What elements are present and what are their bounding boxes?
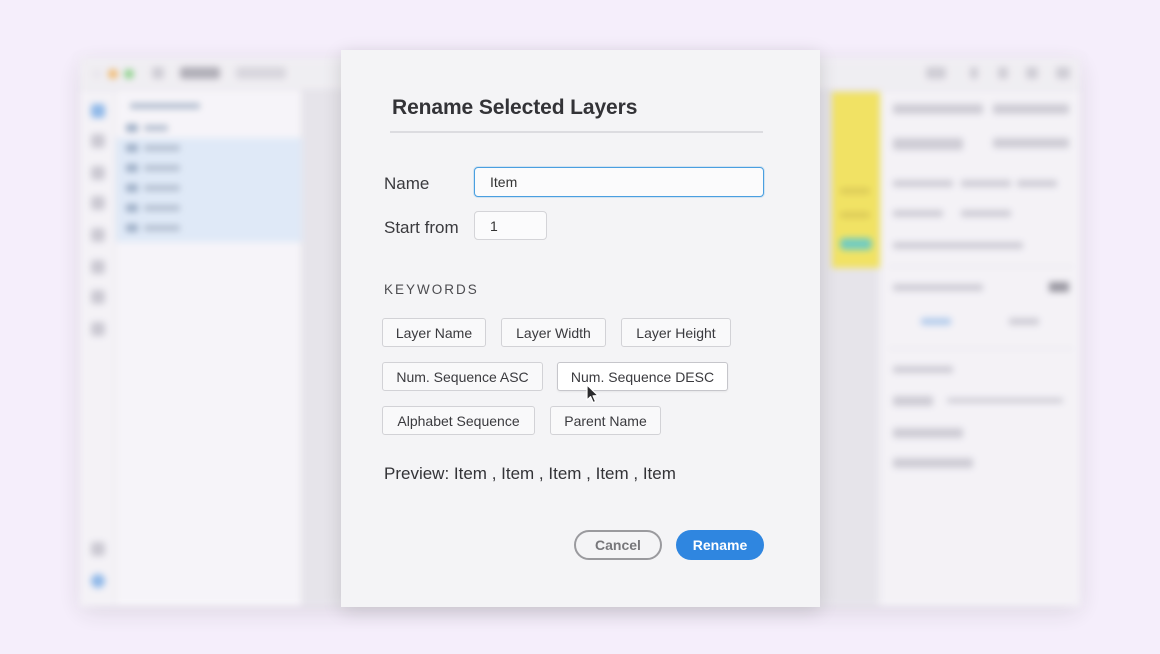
share-icon <box>1026 67 1038 79</box>
keyword-num-sequence-asc-button[interactable]: Num. Sequence ASC <box>382 362 543 391</box>
x-field <box>893 210 943 217</box>
rename-dialog: Rename Selected Layers Name Start from K… <box>341 50 820 607</box>
background-tab <box>236 67 286 79</box>
title-divider <box>390 131 763 133</box>
background-tab <box>180 67 220 79</box>
toggle-switch <box>1049 282 1069 292</box>
responsive-resize-label <box>893 284 983 291</box>
background-layer-row <box>116 238 302 242</box>
desktop-icon <box>1056 67 1070 79</box>
home-icon <box>152 67 164 79</box>
repeat-grid-button <box>893 138 963 150</box>
manual-tab <box>1009 318 1039 325</box>
preview-text: Preview: Item , Item , Item , Item , Ite… <box>384 464 676 483</box>
keyword-layer-width-button[interactable]: Layer Width <box>501 318 606 347</box>
appearance-label <box>893 366 953 373</box>
rectangle-tool-icon <box>91 134 105 148</box>
zoom-tool-icon <box>91 322 105 336</box>
window-minimize-icon <box>108 69 118 79</box>
start-from-input[interactable] <box>474 211 547 240</box>
keyword-num-sequence-desc-button[interactable]: Num. Sequence DESC <box>557 362 728 391</box>
artboard-tool-icon <box>91 290 105 304</box>
dialog-title: Rename Selected Layers <box>392 96 638 119</box>
ellipse-tool-icon <box>91 166 105 180</box>
align-icons <box>893 104 983 114</box>
keyword-alphabet-sequence-button[interactable]: Alphabet Sequence <box>382 406 535 435</box>
width-field <box>893 180 953 187</box>
fix-position-checkbox <box>893 242 1023 249</box>
background-layer-row <box>116 158 302 178</box>
opacity-field <box>893 396 933 406</box>
text-tool-icon <box>91 260 105 274</box>
account-icon <box>91 574 105 588</box>
keyword-parent-name-button[interactable]: Parent Name <box>550 406 661 435</box>
name-label: Name <box>384 174 430 193</box>
background-layers-panel <box>116 90 302 606</box>
background-layer-row <box>116 138 302 158</box>
start-from-label: Start from <box>384 218 459 237</box>
rotate-field <box>1017 180 1057 187</box>
border-row <box>893 458 973 468</box>
window-zoom-icon <box>124 69 134 79</box>
background-layer-row <box>116 118 302 138</box>
mobile-icon <box>998 67 1008 79</box>
opacity-slider <box>947 398 1063 403</box>
distribute-icons <box>993 104 1069 114</box>
zoom-readout <box>926 67 946 79</box>
background-properties-panel <box>880 90 1080 606</box>
mouse-pointer-icon <box>586 384 599 404</box>
keyword-layer-height-button[interactable]: Layer Height <box>621 318 731 347</box>
background-layer-row <box>116 218 302 238</box>
boolean-icons <box>993 138 1069 148</box>
background-artboard <box>832 92 880 268</box>
fill-row <box>893 428 963 438</box>
background-layer-row <box>116 178 302 198</box>
keyword-layer-name-button[interactable]: Layer Name <box>382 318 486 347</box>
keywords-heading: KEYWORDS <box>384 282 479 297</box>
y-field <box>961 210 1011 217</box>
layers-panel-icon <box>91 542 105 556</box>
window-close-icon <box>92 69 102 79</box>
height-field <box>961 180 1011 187</box>
line-tool-icon <box>91 196 105 210</box>
chevron-down-icon <box>970 67 978 79</box>
rename-button[interactable]: Rename <box>676 530 764 560</box>
select-tool-icon <box>91 104 105 118</box>
pen-tool-icon <box>91 228 105 242</box>
background-layer-row <box>116 198 302 218</box>
background-layer-row <box>116 96 302 116</box>
background-tool-bar <box>80 90 116 606</box>
cancel-button[interactable]: Cancel <box>574 530 662 560</box>
auto-tab <box>921 318 951 325</box>
name-input[interactable] <box>474 167 764 197</box>
